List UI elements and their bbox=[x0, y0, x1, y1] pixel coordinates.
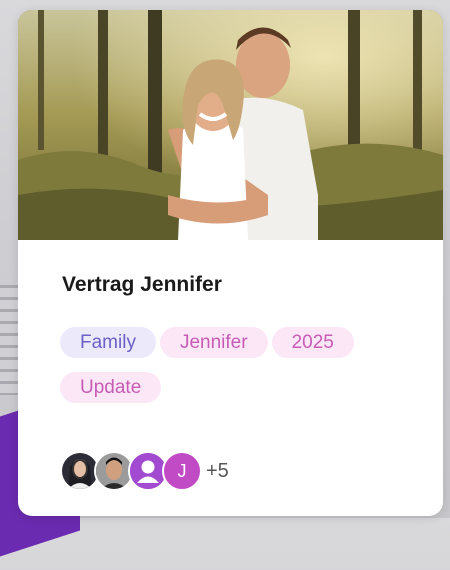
user-photo-icon bbox=[96, 453, 132, 489]
more-members-count[interactable]: +5 bbox=[206, 460, 229, 483]
person-icon bbox=[130, 453, 166, 489]
tag-jennifer[interactable]: Jennifer bbox=[159, 327, 268, 358]
tag-list: Family Jennifer 2025 Update bbox=[60, 327, 420, 417]
avatar-initial[interactable]: J bbox=[162, 451, 202, 491]
user-photo-icon bbox=[62, 453, 98, 489]
member-avatars: J +5 bbox=[60, 450, 229, 492]
cover-photo bbox=[18, 10, 443, 240]
card-title: Vertrag Jennifer bbox=[62, 273, 222, 296]
tag-family[interactable]: Family bbox=[60, 327, 156, 358]
tag-update[interactable]: Update bbox=[60, 372, 162, 403]
tag-2025[interactable]: 2025 bbox=[271, 327, 354, 358]
contract-card[interactable]: Vertrag Jennifer Family Jennifer 2025 Updat… bbox=[18, 10, 443, 516]
